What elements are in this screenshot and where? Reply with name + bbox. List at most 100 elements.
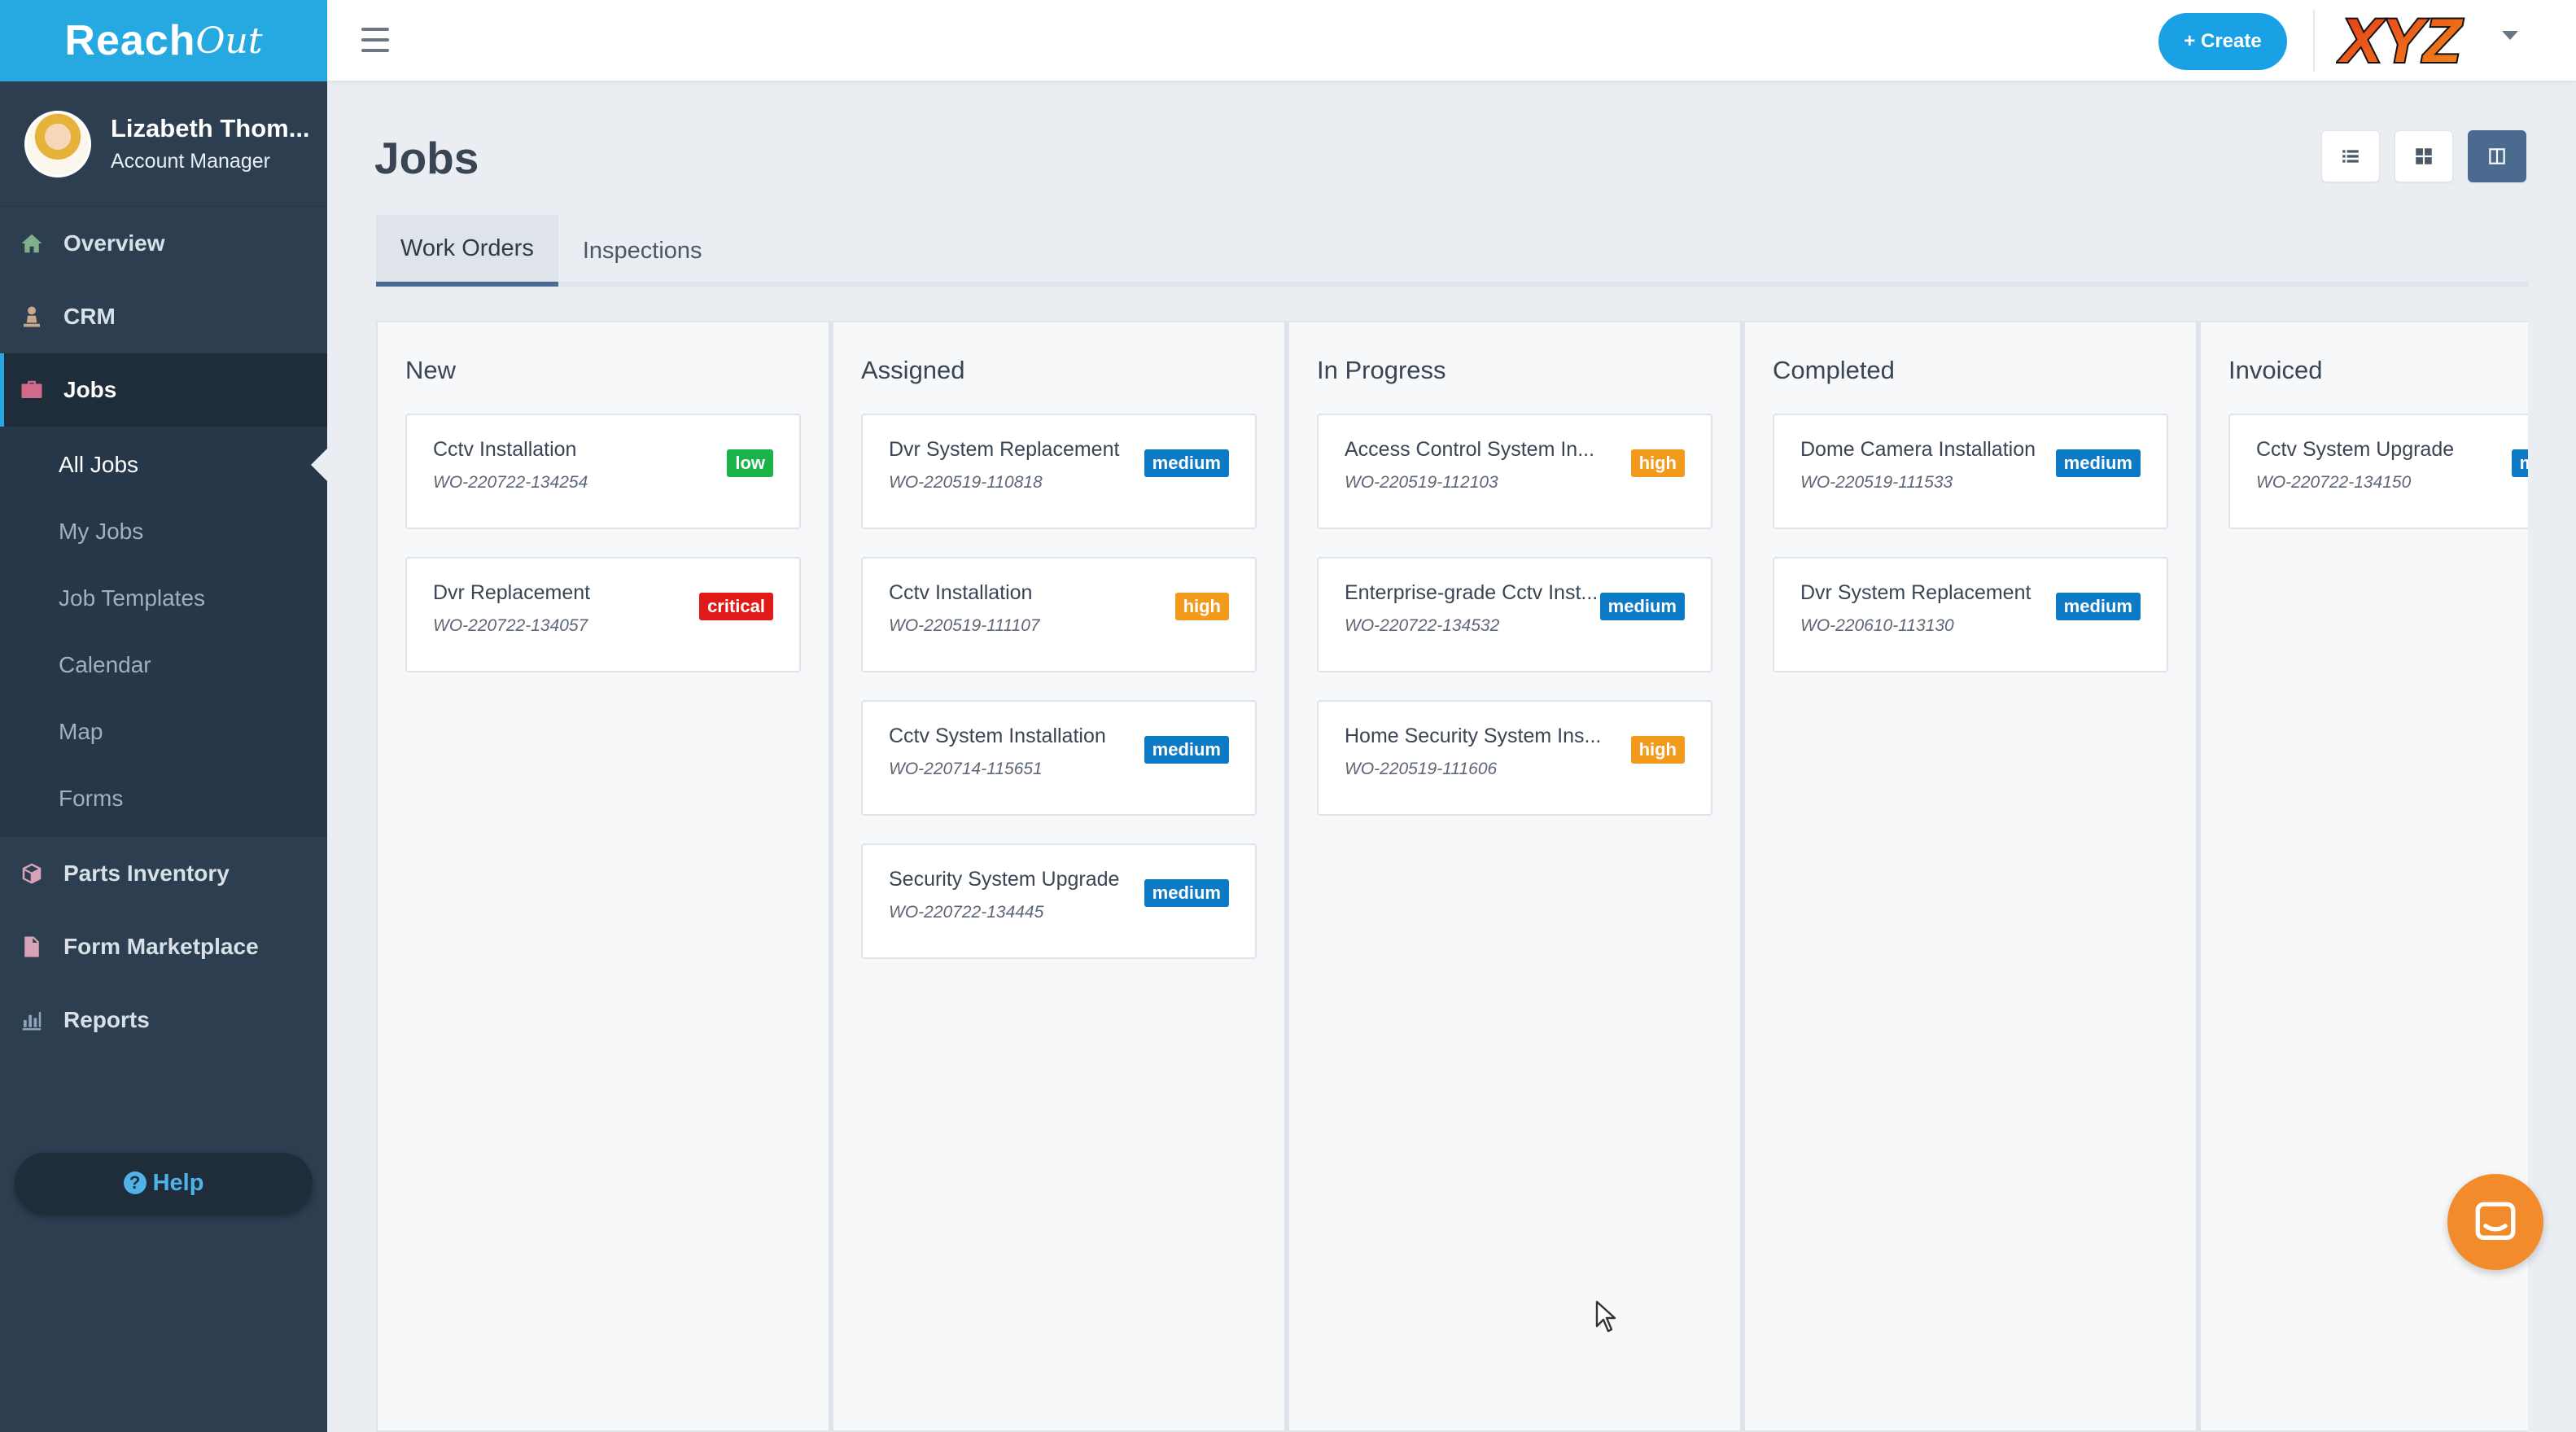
job-card-title: Dvr System Replacement bbox=[889, 438, 1120, 461]
subnav-job-templates[interactable]: Job Templates bbox=[0, 565, 327, 632]
job-card-title: Access Control System In... bbox=[1345, 438, 1595, 461]
job-card[interactable]: Cctv System Upgrade WO-220722-134150 mediu… bbox=[2228, 414, 2528, 529]
nav-item-jobs[interactable]: Jobs bbox=[0, 353, 327, 427]
page-title: Jobs bbox=[374, 133, 479, 183]
job-card[interactable]: Dome Camera Installation WO-220519-111533… bbox=[1773, 414, 2168, 529]
board-column-new: New Cctv Installation WO-220722-134254 low D… bbox=[376, 321, 832, 1432]
column-title: Invoiced bbox=[2228, 356, 2323, 384]
topbar-divider bbox=[2313, 10, 2315, 72]
home-icon bbox=[18, 230, 46, 257]
logo-tail-text: Out bbox=[195, 20, 263, 62]
job-type-tabs: Work Orders Inspections bbox=[376, 215, 2528, 287]
column-title: Assigned bbox=[861, 356, 965, 384]
mouse-cursor-icon bbox=[1595, 1300, 1616, 1333]
grid-view-button[interactable] bbox=[2394, 130, 2453, 182]
help-label: Help bbox=[152, 1169, 204, 1196]
box-icon bbox=[18, 860, 46, 887]
job-card[interactable]: Enterprise-grade Cctv Inst... WO-220722-1… bbox=[1317, 557, 1712, 672]
chat-icon bbox=[2475, 1202, 2516, 1240]
help-button[interactable]: ? Help bbox=[15, 1153, 313, 1213]
tab-work-orders[interactable]: Work Orders bbox=[376, 215, 558, 287]
subnav-map[interactable]: Map bbox=[0, 698, 327, 765]
priority-badge: medium bbox=[1599, 593, 1685, 620]
priority-badge: high bbox=[1174, 593, 1229, 620]
priority-badge: medium bbox=[2055, 593, 2141, 620]
nav-item-crm[interactable]: CRM bbox=[0, 280, 327, 353]
grid-view-icon bbox=[2416, 148, 2432, 164]
kanban-board: New Cctv Installation WO-220722-134254 low D… bbox=[376, 321, 2528, 1432]
create-button[interactable]: + Create bbox=[2158, 13, 2287, 70]
logo-main-text: Reach bbox=[64, 17, 196, 64]
job-card-title: Security System Upgrade bbox=[889, 868, 1120, 891]
job-card[interactable]: Cctv Installation WO-220722-134254 low bbox=[405, 414, 801, 529]
jobs-subnav: All Jobs My Jobs Job Templates Calendar … bbox=[0, 427, 327, 837]
sidebar: Reach Out Lizabeth Thom... Account Manag… bbox=[0, 0, 327, 1432]
main-nav: Overview CRM Jobs bbox=[0, 207, 327, 427]
nav-item-reports[interactable]: Reports bbox=[0, 983, 327, 1057]
priority-badge: medium bbox=[2511, 449, 2528, 477]
board-view-icon bbox=[2489, 148, 2505, 164]
subnav-all-jobs[interactable]: All Jobs bbox=[0, 431, 327, 498]
job-card[interactable]: Security System Upgrade WO-220722-134445 m… bbox=[861, 843, 1257, 959]
chat-launcher-button[interactable] bbox=[2447, 1174, 2543, 1270]
nav-item-label: Parts Inventory bbox=[63, 861, 230, 886]
job-card[interactable]: Cctv System Installation WO-220714-115651… bbox=[861, 700, 1257, 816]
list-view-button[interactable] bbox=[2321, 130, 2380, 182]
view-toggle-group bbox=[2321, 130, 2526, 182]
board-column-in-progress: In Progress Access Control System In... WO… bbox=[1288, 321, 1743, 1432]
job-card-title: Dvr System Replacement bbox=[1800, 581, 2031, 604]
nav-item-overview[interactable]: Overview bbox=[0, 207, 327, 280]
user-profile[interactable]: Lizabeth Thom... Account Manager bbox=[0, 81, 327, 207]
column-title: Completed bbox=[1773, 356, 1895, 384]
job-card[interactable]: Cctv Installation WO-220519-111107 high bbox=[861, 557, 1257, 672]
column-title: New bbox=[405, 356, 457, 384]
svg-text:XYZ: XYZ bbox=[2338, 8, 2463, 73]
priority-badge: medium bbox=[2055, 449, 2141, 477]
user-name: Lizabeth Thom... bbox=[111, 114, 310, 142]
company-dropdown-caret-icon[interactable] bbox=[2502, 31, 2518, 40]
job-card[interactable]: Access Control System In... WO-220519-112… bbox=[1317, 414, 1712, 529]
job-card-title: Cctv System Upgrade bbox=[2256, 438, 2455, 461]
job-card-title: Cctv Installation bbox=[433, 438, 577, 461]
menu-toggle-icon[interactable] bbox=[361, 28, 389, 52]
priority-badge: medium bbox=[1144, 736, 1229, 764]
app-logo[interactable]: Reach Out bbox=[0, 0, 327, 81]
nav-item-label: Jobs bbox=[63, 377, 117, 402]
subnav-calendar[interactable]: Calendar bbox=[0, 632, 327, 698]
priority-badge: high bbox=[1630, 736, 1685, 764]
job-card-title: Enterprise-grade Cctv Inst... bbox=[1345, 581, 1599, 604]
briefcase-icon bbox=[18, 376, 46, 404]
job-card-code: WO-220722-134150 bbox=[2256, 473, 2412, 492]
user-role: Account Manager bbox=[111, 150, 270, 173]
job-card-title: Dome Camera Installation bbox=[1800, 438, 2036, 461]
priority-badge: high bbox=[1630, 449, 1685, 477]
nav-item-label: Reports bbox=[63, 1007, 150, 1032]
priority-badge: medium bbox=[1144, 879, 1229, 907]
priority-badge: medium bbox=[1144, 449, 1229, 477]
company-logo[interactable]: XYZ bbox=[2336, 5, 2491, 77]
main-nav-lower: Parts Inventory Form Marketplace Reports bbox=[0, 837, 327, 1057]
column-title: In Progress bbox=[1317, 356, 1446, 384]
nav-item-label: CRM bbox=[63, 304, 116, 329]
top-bar: + Create XYZ bbox=[327, 0, 2576, 81]
question-circle-icon: ? bbox=[123, 1171, 147, 1194]
job-card[interactable]: Dvr System Replacement WO-220610-113130 me… bbox=[1773, 557, 2168, 672]
job-card-code: WO-220722-134254 bbox=[433, 473, 588, 492]
nav-item-form-marketplace[interactable]: Form Marketplace bbox=[0, 910, 327, 983]
person-icon bbox=[18, 303, 46, 331]
bar-chart-icon bbox=[18, 1006, 46, 1034]
board-view-button[interactable] bbox=[2468, 130, 2526, 182]
nav-item-parts-inventory[interactable]: Parts Inventory bbox=[0, 837, 327, 910]
subnav-forms[interactable]: Forms bbox=[0, 765, 327, 832]
avatar bbox=[24, 110, 91, 177]
job-card-title: Dvr Replacement bbox=[433, 581, 591, 604]
job-card[interactable]: Dvr System Replacement WO-220519-110818 me… bbox=[861, 414, 1257, 529]
subnav-my-jobs[interactable]: My Jobs bbox=[0, 498, 327, 565]
tab-inspections[interactable]: Inspections bbox=[558, 215, 727, 287]
list-view-icon bbox=[2342, 150, 2359, 163]
priority-badge: low bbox=[727, 449, 773, 477]
board-column-assigned: Assigned Dvr System Replacement WO-220519-… bbox=[832, 321, 1288, 1432]
job-card[interactable]: Dvr Replacement WO-220722-134057 critical bbox=[405, 557, 801, 672]
document-icon bbox=[18, 933, 46, 961]
job-card[interactable]: Home Security System Ins... WO-220519-111… bbox=[1317, 700, 1712, 816]
